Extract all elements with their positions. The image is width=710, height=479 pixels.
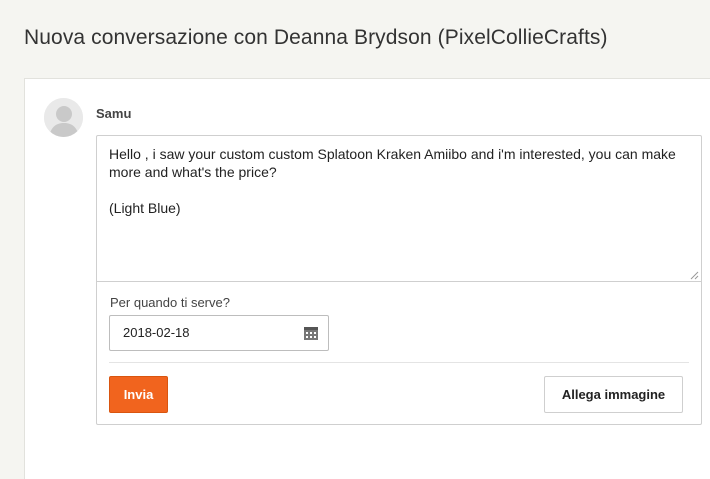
divider xyxy=(109,362,689,363)
date-label: Per quando ti serve? xyxy=(110,295,230,310)
message-textarea[interactable]: Hello , i saw your custom custom Splatoo… xyxy=(97,136,701,282)
send-button[interactable]: Invia xyxy=(109,376,168,413)
avatar xyxy=(44,98,83,137)
conversation-card: Samu Hello , i saw your custom custom Sp… xyxy=(24,78,710,479)
date-value: 2018-02-18 xyxy=(123,325,190,340)
resize-grip-icon[interactable] xyxy=(690,271,699,280)
page-title: Nuova conversazione con Deanna Brydson (… xyxy=(24,26,608,49)
sender-name: Samu xyxy=(96,106,132,121)
calendar-icon[interactable] xyxy=(303,325,319,341)
attach-image-button[interactable]: Allega immagine xyxy=(544,376,683,413)
user-silhouette-icon xyxy=(44,98,83,137)
message-form: Hello , i saw your custom custom Splatoo… xyxy=(96,135,702,425)
date-input[interactable]: 2018-02-18 xyxy=(109,315,329,351)
